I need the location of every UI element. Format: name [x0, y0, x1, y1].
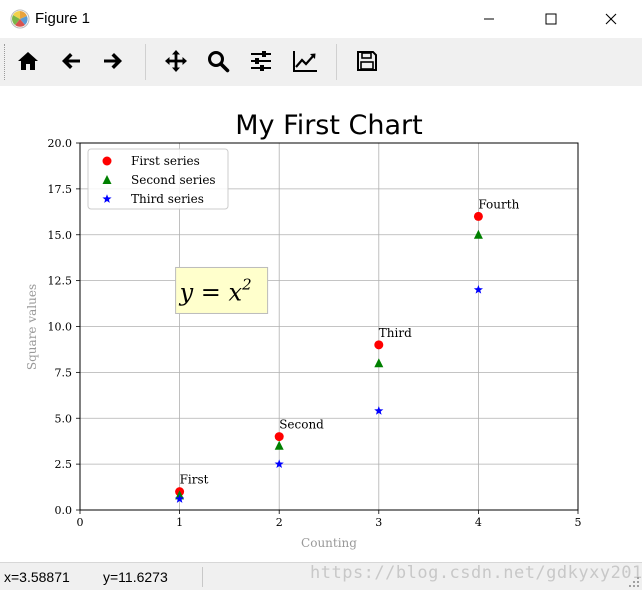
point-annotation: Third [379, 326, 412, 340]
x-axis-label: Counting [301, 536, 357, 550]
home-button[interactable] [11, 44, 45, 78]
figure-canvas[interactable]: My First Chart 0 1 2 3 4 5 0.0 2.5 5.0 7.5 10.0 12.… [0, 86, 642, 562]
data-point-circle [473, 211, 483, 221]
arrow-left-icon [62, 53, 80, 69]
move-icon [165, 50, 187, 72]
minimize-icon [484, 18, 494, 20]
magnifier-icon [208, 51, 230, 73]
navigation-toolbar [0, 38, 642, 87]
y-tick-label: 15.0 [48, 229, 73, 242]
back-button[interactable] [54, 44, 88, 78]
x-tick-label: 5 [575, 516, 582, 529]
resize-grip-icon[interactable] [628, 576, 640, 588]
forward-button[interactable] [96, 44, 130, 78]
toolbar-grip[interactable] [4, 44, 7, 80]
y-tick-label: 0.0 [55, 504, 73, 517]
matplotlib-logo-icon [10, 9, 30, 29]
customize-button[interactable] [288, 44, 322, 78]
subplots-button[interactable] [244, 44, 278, 78]
arrow-right-icon [104, 53, 122, 69]
y-tick-label: 10.0 [48, 321, 73, 334]
window-titlebar: Figure 1 [0, 0, 642, 38]
data-point-circle [274, 432, 284, 442]
point-annotation: Second [279, 418, 324, 432]
point-annotation: Fourth [478, 197, 519, 211]
x-tick-label: 2 [276, 516, 283, 529]
legend-label: Third series [131, 192, 204, 206]
x-tick-label: 4 [475, 516, 482, 529]
x-coordinate-readout: x=3.58871 [4, 569, 70, 585]
y-tick-label: 5.0 [55, 412, 73, 425]
data-point-circle [374, 340, 384, 350]
maximize-button[interactable] [528, 0, 574, 38]
chart-title: My First Chart [235, 110, 422, 141]
pan-button[interactable] [159, 44, 193, 78]
toolbar-separator [336, 44, 337, 80]
y-tick-label: 20.0 [48, 137, 73, 150]
formula-exponent: 2 [241, 275, 252, 293]
legend-marker-circle [102, 156, 112, 166]
toolbar-separator [145, 44, 146, 80]
close-icon [605, 13, 617, 25]
scatter-plot[interactable]: My First Chart 0 1 2 3 4 5 0.0 2.5 5.0 7.5 10.0 12.… [0, 86, 642, 562]
formula-text: y = x2 [179, 275, 252, 306]
line-chart-icon [293, 51, 317, 72]
y-tick-label: 12.5 [48, 275, 73, 288]
floppy-disk-icon [357, 51, 377, 71]
y-tick-label: 7.5 [55, 366, 73, 379]
y-tick-label: 2.5 [55, 458, 73, 471]
save-button[interactable] [350, 44, 384, 78]
sliders-icon [251, 51, 271, 71]
x-tick-label: 0 [77, 516, 84, 529]
legend-label: First series [131, 154, 200, 168]
status-divider [202, 567, 203, 587]
window-title: Figure 1 [35, 10, 91, 27]
y-axis-label: Square values [25, 284, 39, 370]
formula-base: y = x [179, 278, 243, 306]
x-tick-label: 3 [375, 516, 382, 529]
maximize-icon [545, 13, 557, 25]
watermark-text: https://blog.csdn.net/gdkyxy2013 [310, 563, 642, 583]
point-annotation: First [180, 473, 209, 487]
close-button[interactable] [588, 0, 634, 38]
minimize-button[interactable] [466, 0, 512, 38]
y-tick-label: 17.5 [48, 183, 73, 196]
zoom-button[interactable] [201, 44, 235, 78]
x-tick-label: 1 [176, 516, 183, 529]
status-bar: x=3.58871 y=11.6273 https://blog.csdn.ne… [0, 562, 642, 590]
y-coordinate-readout: y=11.6273 [103, 569, 168, 585]
home-icon [18, 52, 38, 70]
legend-label: Second series [131, 173, 216, 187]
